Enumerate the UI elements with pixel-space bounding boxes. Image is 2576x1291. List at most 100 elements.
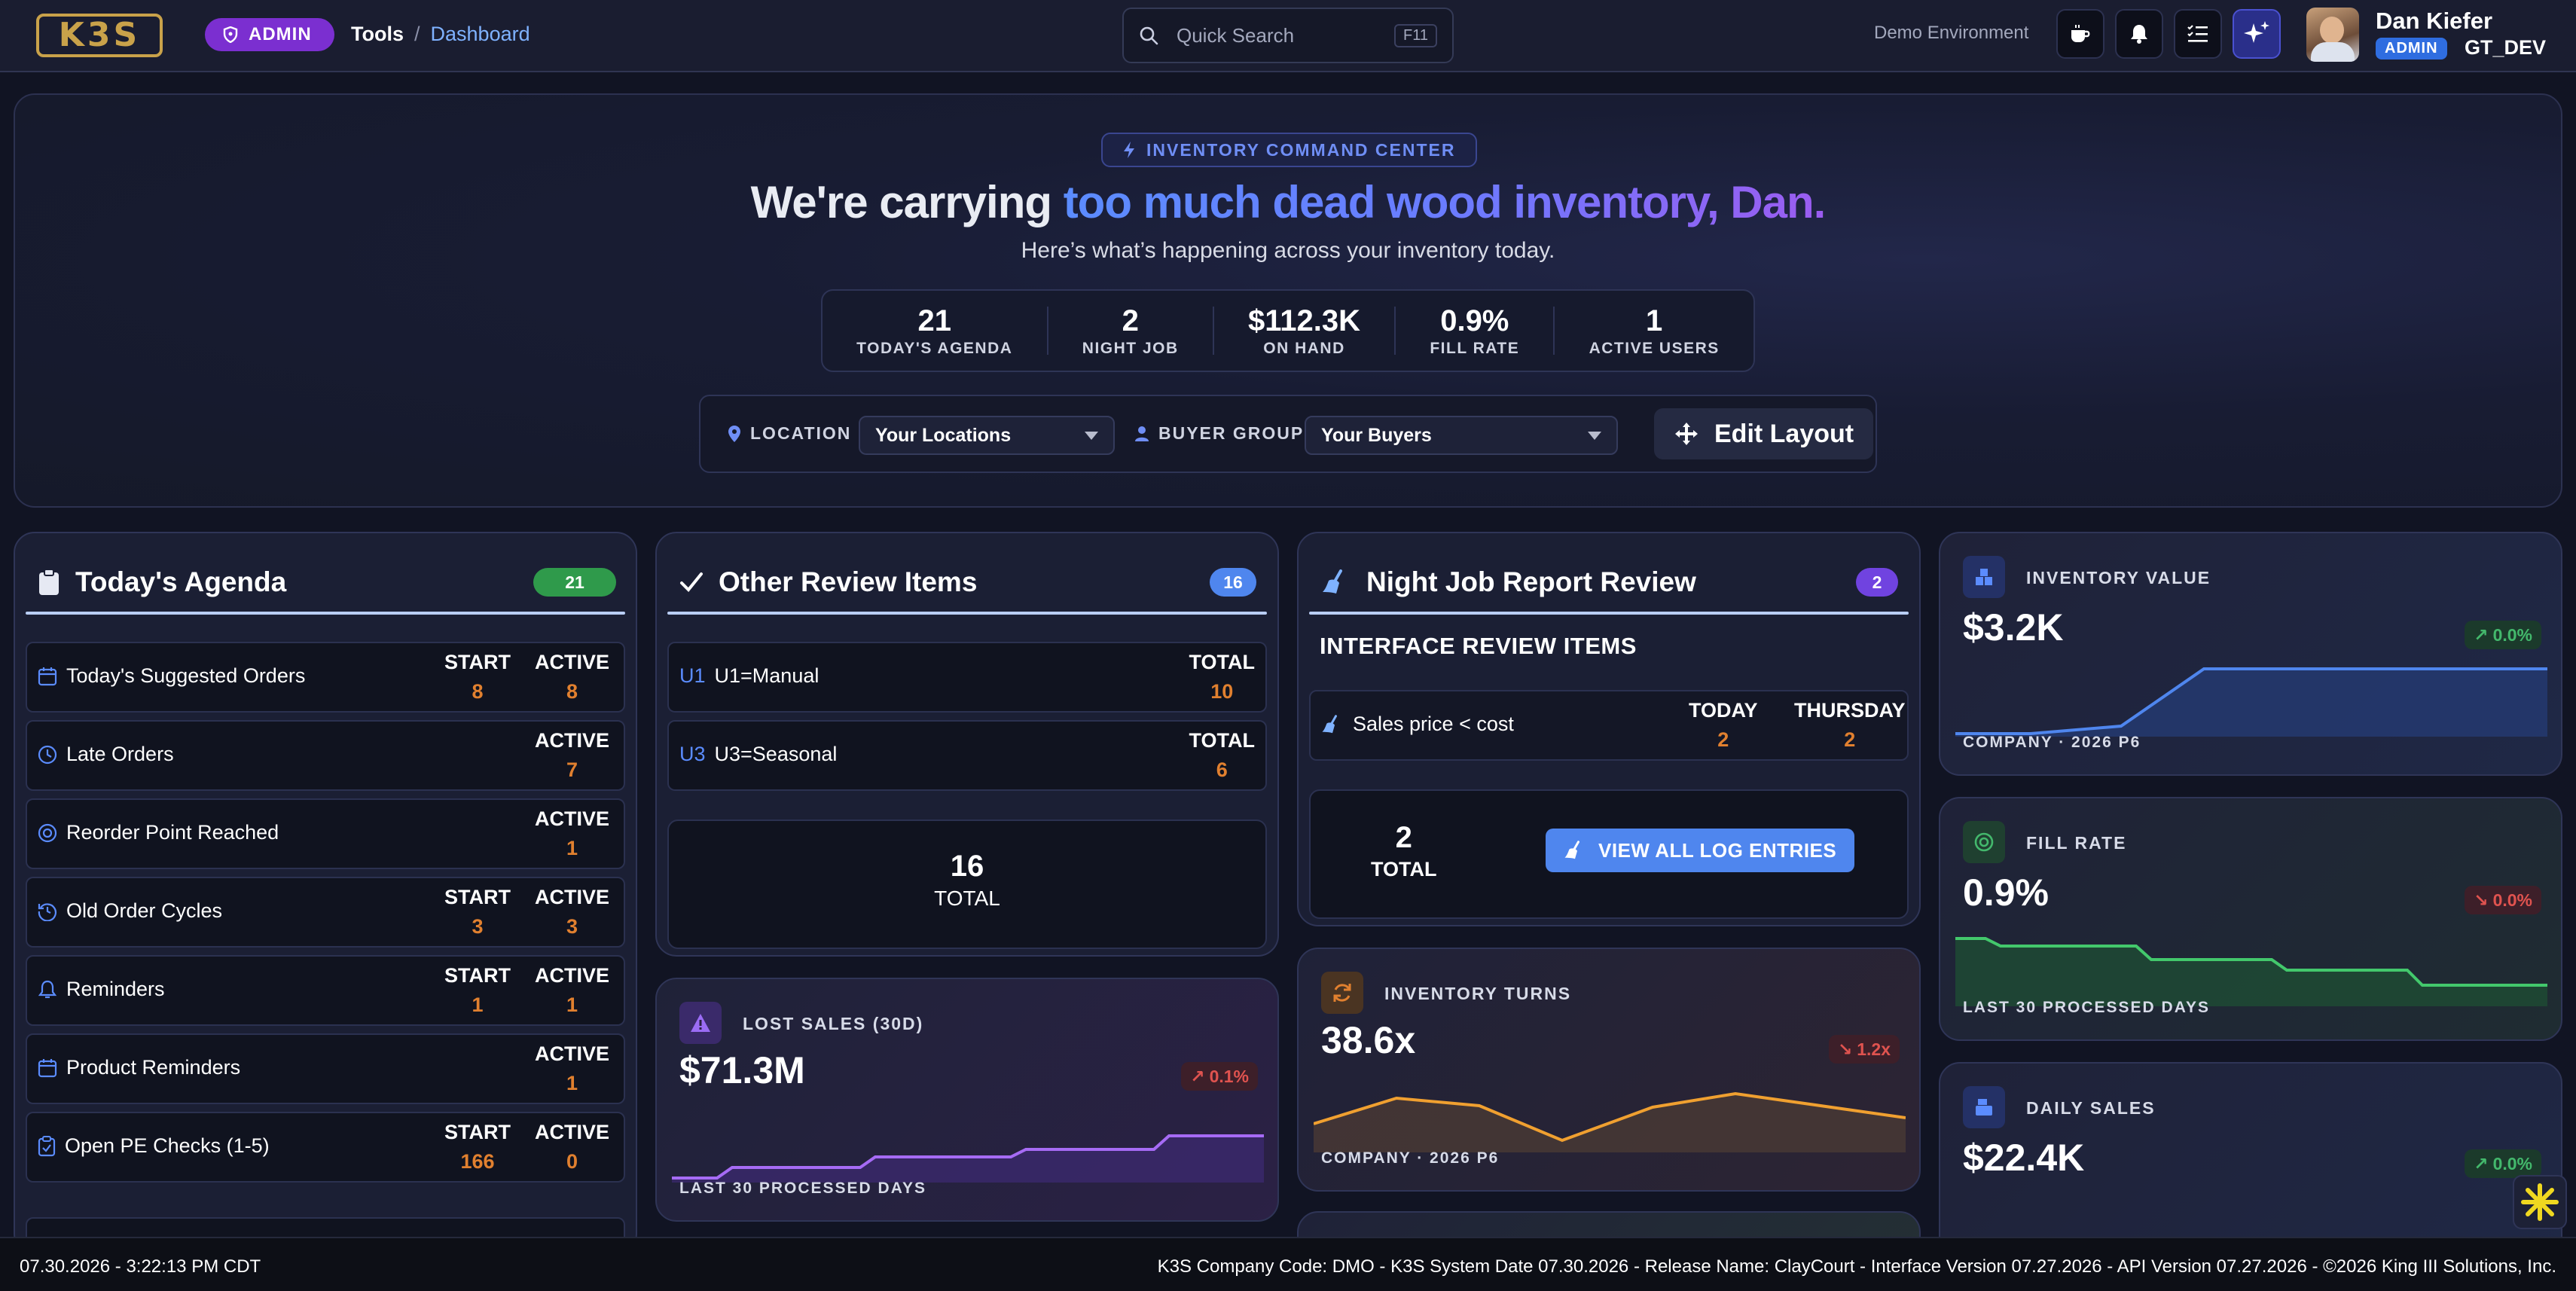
agenda-row-product-reminders[interactable]: Product Reminders ACTIVE 1 — [26, 1033, 625, 1104]
agenda-row-old-order-cycles[interactable]: Old Order Cycles START 3 ACTIVE 3 — [26, 877, 625, 948]
location-label-text: LOCATION — [750, 423, 852, 443]
hero-title-highlight: too much dead wood inventory, Dan. — [1063, 177, 1827, 227]
warning-icon — [679, 1002, 722, 1044]
agenda-row-late-orders[interactable]: Late Orders ACTIVE 7 — [26, 720, 625, 791]
hero-stats: 21 TODAY'S AGENDA 2 NIGHT JOB $112.3K ON HA… — [821, 289, 1755, 372]
fill-rate-change: ↘ 0.0% — [2465, 886, 2541, 914]
trend-down-icon: ↘ — [2474, 890, 2489, 910]
agenda-row-text: Reminders — [66, 978, 165, 1000]
metric-value: 166 — [460, 1150, 495, 1173]
stat-active-users: 1 ACTIVE USERS — [1567, 304, 1742, 358]
metric-label: START — [444, 886, 511, 908]
breadcrumb-dashboard[interactable]: Dashboard — [431, 23, 530, 46]
location-select[interactable]: Your Locations — [859, 416, 1115, 455]
metric-label: ACTIVE — [535, 729, 610, 752]
user-name[interactable]: Dan Kiefer — [2376, 8, 2492, 35]
review-metric-total: TOTAL 10 — [1189, 651, 1256, 703]
view-all-log-entries-button[interactable]: VIEW ALL LOG ENTRIES — [1546, 829, 1855, 872]
metric-value: 1 — [566, 993, 578, 1016]
agenda-metric-start: START 8 — [444, 651, 511, 703]
inventory-value-value: $3.2K — [1963, 606, 2064, 649]
night-job-row-sales-price[interactable]: Sales price < cost TODAY 2 THURSDAY 2 — [1309, 690, 1909, 761]
edit-layout-button[interactable]: Edit Layout — [1654, 408, 1874, 459]
ai-assistant-button[interactable] — [2233, 9, 2281, 59]
quick-search[interactable]: Quick Search F11 — [1122, 8, 1454, 63]
stat-agenda: 21 TODAY'S AGENDA — [834, 304, 1035, 358]
clock-icon — [38, 745, 57, 765]
agenda-metric-active: ACTIVE 1 — [535, 807, 609, 860]
metric-label: START — [444, 651, 511, 673]
k3s-logo[interactable]: K3S — [36, 14, 163, 57]
agenda-row-label: Open PE Checks (1-5) — [38, 1134, 270, 1158]
agenda-row-reminders[interactable]: Reminders START 1 ACTIVE 1 — [26, 955, 625, 1026]
metric-label: START — [444, 964, 511, 987]
target-icon — [38, 823, 57, 843]
agenda-row-label: Late Orders — [38, 743, 174, 766]
agenda-metric-active: ACTIVE 3 — [535, 886, 609, 938]
inventory-turns-card[interactable]: INVENTORY TURNS 38.6x ↘ 1.2x COMPANY · 20… — [1297, 948, 1921, 1192]
stat-fill-rate: 0.9% FILL RATE — [1407, 304, 1542, 358]
buyer-group-label: BUYER GROUP — [1134, 423, 1304, 444]
admin-role-pill[interactable]: ADMIN — [205, 18, 334, 51]
breadcrumb-tools[interactable]: Tools — [351, 23, 404, 46]
agenda-row-text: Open PE Checks (1-5) — [65, 1134, 270, 1157]
inventory-turns-value: 38.6x — [1321, 1019, 1416, 1061]
agenda-metric-start: START 166 — [444, 1121, 511, 1173]
stat-label: NIGHT JOB — [1082, 339, 1179, 357]
search-shortcut: F11 — [1394, 23, 1437, 47]
change-value: 0.0% — [2492, 1153, 2532, 1173]
change-value: 0.0% — [2492, 624, 2532, 645]
agenda-row-text: Old Order Cycles — [66, 899, 223, 922]
hero-tag: INVENTORY COMMAND CENTER — [1101, 133, 1477, 167]
stat-value: 1 — [1646, 304, 1663, 337]
coffee-icon — [2069, 23, 2092, 44]
inventory-value-footer: COMPANY · 2026 P6 — [1963, 734, 2141, 751]
bell-icon — [38, 980, 57, 1000]
agenda-title: Today's Agenda — [38, 566, 286, 598]
filter-bar: LOCATION Your Locations BUYER GROUP Your… — [699, 395, 1877, 473]
help-assistant-button[interactable] — [2513, 1175, 2567, 1229]
buyer-group-select[interactable]: Your Buyers — [1305, 416, 1618, 455]
review-title: Other Review Items — [679, 566, 977, 598]
night-job-total: 2 TOTAL — [1371, 821, 1437, 881]
trend-up-icon: ↗ — [2474, 1153, 2489, 1173]
clipboard-icon — [38, 569, 60, 596]
night-job-metric-thursday: THURSDAY 2 — [1794, 699, 1906, 752]
inventory-turns-change: ↘ 1.2x — [1828, 1035, 1900, 1064]
fill-rate-card[interactable]: FILL RATE 0.9% ↘ 0.0% LAST 30 PROCESSED D… — [1939, 797, 2562, 1041]
fill-rate-sparkline — [1955, 937, 2547, 1006]
metric-value: 3 — [566, 915, 578, 938]
coffee-button[interactable] — [2056, 9, 2104, 59]
review-row-u1[interactable]: U1 U1=Manual TOTAL 10 — [667, 642, 1267, 713]
bell-icon — [2129, 23, 2149, 44]
cash-register-icon — [1963, 1086, 2005, 1128]
inventory-turns-footer: COMPANY · 2026 P6 — [1321, 1149, 1500, 1167]
user-avatar[interactable] — [2306, 8, 2359, 62]
stat-divider — [1212, 307, 1214, 355]
night-job-total-label: TOTAL — [1371, 858, 1437, 881]
chevron-down-icon — [1085, 431, 1098, 440]
inventory-value-card[interactable]: INVENTORY VALUE $3.2K ↗ 0.0% COMPANY · 20… — [1939, 532, 2562, 776]
buyer-group-value: Your Buyers — [1321, 424, 1432, 446]
metric-value: 6 — [1216, 758, 1228, 781]
agenda-metric-start: START 1 — [444, 964, 511, 1017]
inventory-turns-title: INVENTORY TURNS — [1384, 984, 1572, 1003]
agenda-row-open-pe-checks[interactable]: Open PE Checks (1-5) START 166 ACTIVE 0 — [26, 1112, 625, 1183]
tasks-button[interactable] — [2174, 9, 2222, 59]
review-row-u3[interactable]: U3 U3=Seasonal TOTAL 6 — [667, 720, 1267, 791]
lost-sales-card[interactable]: LOST SALES (30D) $71.3M ↗ 0.1% LAST 30 PR… — [655, 978, 1279, 1222]
night-job-total-value: 2 — [1395, 821, 1412, 854]
fill-rate-footer: LAST 30 PROCESSED DAYS — [1963, 999, 2210, 1016]
agenda-card: Today's Agenda 21 Today's Suggested Orde… — [14, 532, 637, 1255]
view-all-label: VIEW ALL LOG ENTRIES — [1598, 838, 1837, 862]
bolt-icon — [1122, 141, 1136, 159]
change-value: 0.0% — [2492, 890, 2532, 910]
notifications-button[interactable] — [2115, 9, 2163, 59]
metric-value: 2 — [1717, 728, 1729, 751]
lost-sales-title: LOST SALES (30D) — [743, 1014, 924, 1033]
agenda-metric-active: ACTIVE 7 — [535, 729, 609, 782]
agenda-metric-active: ACTIVE 8 — [535, 651, 609, 703]
agenda-row-reorder-point[interactable]: Reorder Point Reached ACTIVE 1 — [26, 798, 625, 869]
agenda-row-suggested-orders[interactable]: Today's Suggested Orders START 8 ACTIVE 8 — [26, 642, 625, 713]
inventory-value-sparkline — [1955, 667, 2547, 737]
